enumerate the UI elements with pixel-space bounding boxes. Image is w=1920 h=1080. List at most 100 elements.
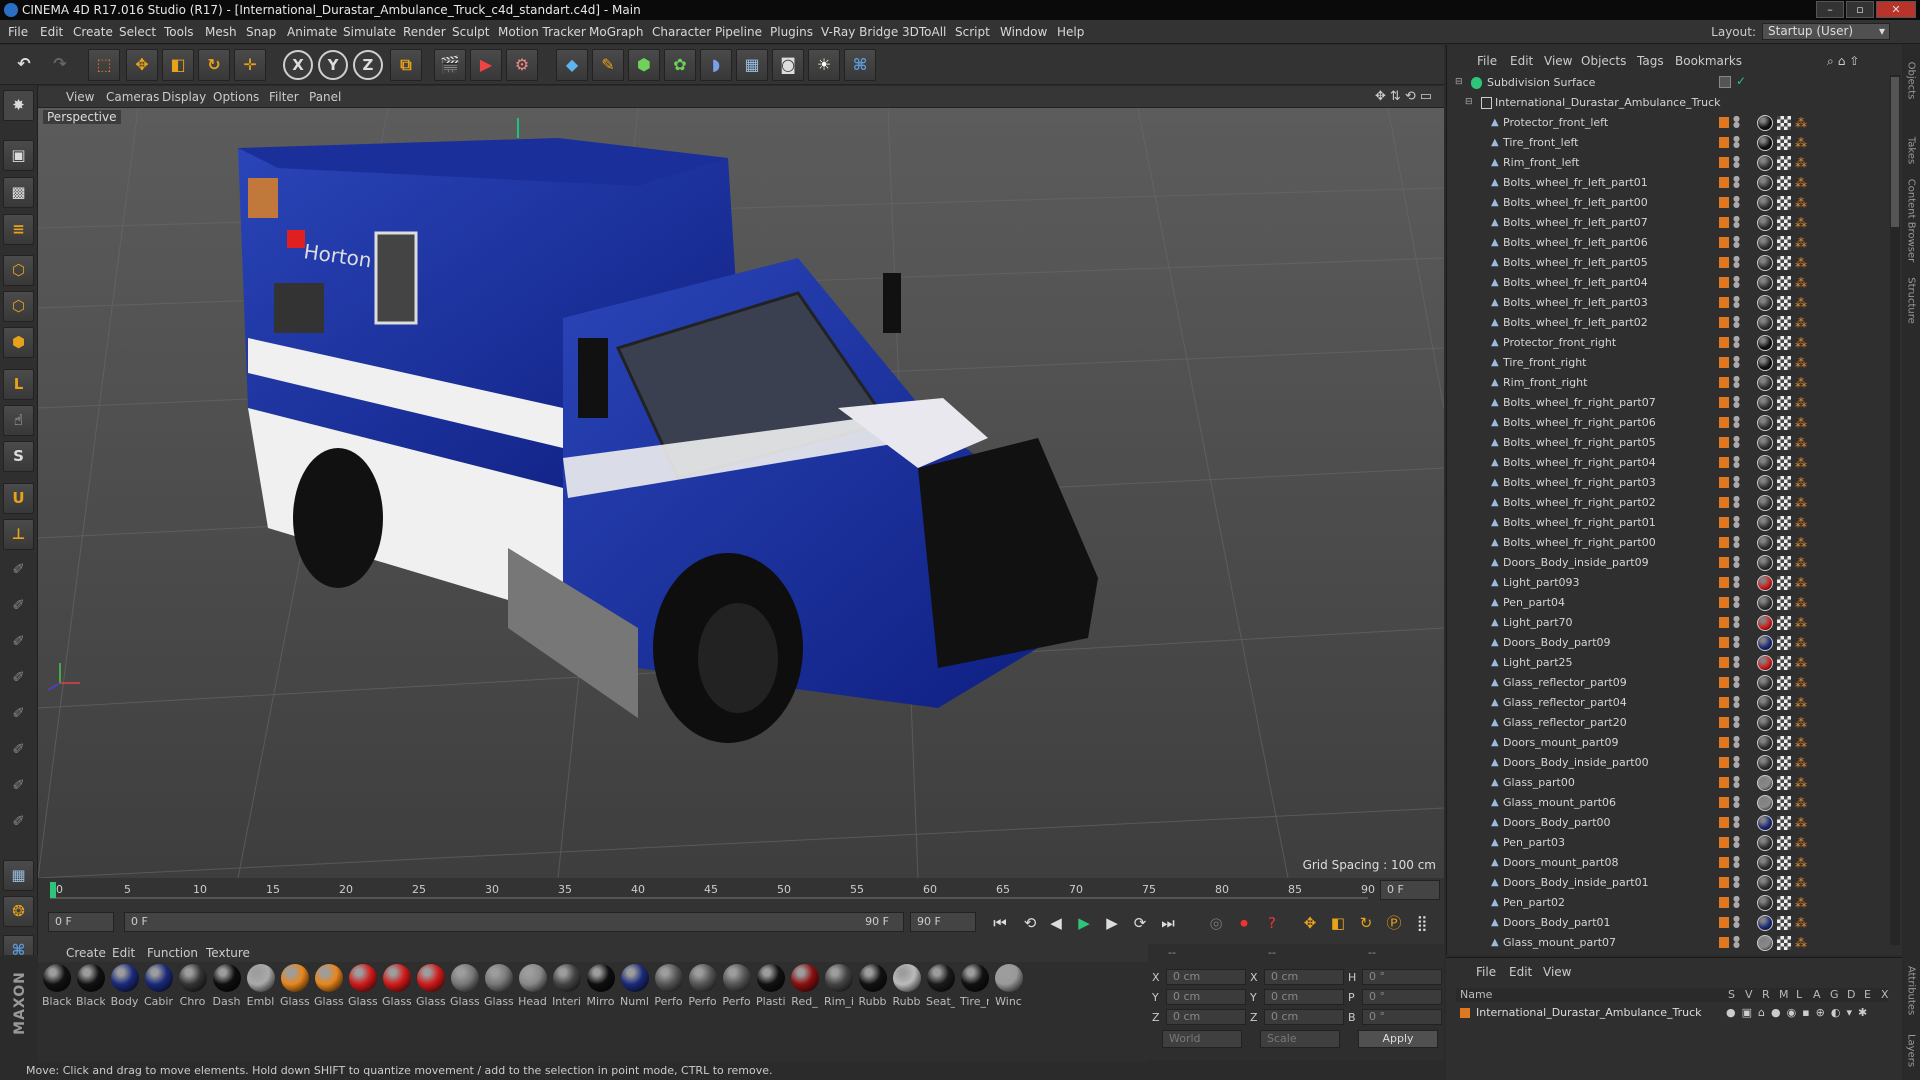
coordinate-system-icon[interactable]: ⧉ [390, 49, 422, 81]
tree-row-object[interactable]: ▲ Doors_mount_part08 ● ● ⁂ [1447, 853, 1887, 873]
visibility-dots-icon[interactable]: ● ● [1733, 115, 1740, 130]
tree-row-object[interactable]: ▲ Bolts_wheel_fr_right_part05 ● ● ⁂ [1447, 433, 1887, 453]
layer-color-tag[interactable] [1719, 337, 1729, 348]
make-editable-icon[interactable]: ✸ [3, 90, 34, 121]
menu-select[interactable]: Select [113, 20, 162, 44]
material-tag-icon[interactable] [1757, 355, 1773, 371]
visibility-dots-icon[interactable]: ● ● [1733, 875, 1740, 890]
material-tag-icon[interactable] [1757, 475, 1773, 491]
visibility-dots-icon[interactable]: ● ● [1733, 335, 1740, 350]
phong-tag-icon[interactable]: ⁂ [1795, 636, 1809, 650]
material-tag-icon[interactable] [1757, 515, 1773, 531]
phong-tag-icon[interactable]: ⁂ [1795, 416, 1809, 430]
visibility-dots-icon[interactable]: ● ● [1733, 815, 1740, 830]
viewport-menu-filter[interactable]: Filter [269, 86, 299, 108]
tree-row-object[interactable]: ▲ Glass_reflector_part09 ● ● ⁂ [1447, 673, 1887, 693]
visibility-dots-icon[interactable]: ● ● [1733, 215, 1740, 230]
layer-color-tag[interactable] [1719, 517, 1729, 528]
material-swatch[interactable]: Rim_i [824, 964, 853, 1008]
position-y-field[interactable]: 0 cm [1166, 989, 1246, 1005]
phong-tag-icon[interactable]: ⁂ [1795, 756, 1809, 770]
material-swatch[interactable]: Tire_r [960, 964, 989, 1008]
position-x-field[interactable]: 0 cm [1166, 969, 1246, 985]
material-tag-icon[interactable] [1757, 115, 1773, 131]
material-tag-icon[interactable] [1757, 895, 1773, 911]
texture-tag-icon[interactable] [1777, 176, 1791, 190]
phong-tag-icon[interactable]: ⁂ [1795, 376, 1809, 390]
tree-row-object[interactable]: ▲ Pen_part02 ● ● ⁂ [1447, 893, 1887, 913]
phong-tag-icon[interactable]: ⁂ [1795, 336, 1809, 350]
texture-tag-icon[interactable] [1777, 436, 1791, 450]
material-menu-texture[interactable]: Texture [206, 944, 250, 962]
snap-icon[interactable]: S [3, 441, 34, 472]
visibility-dots-icon[interactable]: ● ● [1733, 155, 1740, 170]
phong-tag-icon[interactable]: ⁂ [1795, 836, 1809, 850]
phong-tag-icon[interactable]: ⁂ [1795, 356, 1809, 370]
phong-tag-icon[interactable]: ⁂ [1795, 256, 1809, 270]
material-tag-icon[interactable] [1757, 335, 1773, 351]
key-scale-icon[interactable]: ◧ [1326, 911, 1350, 935]
scrollbar-thumb[interactable] [1891, 77, 1899, 227]
brush-tool-6-icon[interactable]: ✐ [3, 735, 34, 766]
material-tag-icon[interactable] [1757, 535, 1773, 551]
visibility-dots-icon[interactable]: ● ● [1733, 295, 1740, 310]
visibility-dots-icon[interactable]: ● ● [1733, 775, 1740, 790]
collapse-icon[interactable]: ⊟ [1455, 77, 1466, 89]
layer-color-tag[interactable] [1719, 917, 1729, 928]
next-frame-icon[interactable]: ▶ [1100, 911, 1124, 935]
material-swatch[interactable]: Head [518, 964, 547, 1008]
texture-tag-icon[interactable] [1777, 556, 1791, 570]
texture-tag-icon[interactable] [1777, 116, 1791, 130]
layer-color-tag[interactable] [1719, 417, 1729, 428]
render-view-icon[interactable]: 🎬 [434, 49, 466, 81]
layer-color-tag[interactable] [1719, 797, 1729, 808]
redo-icon[interactable]: ↷ [44, 49, 76, 81]
material-tag-icon[interactable] [1757, 175, 1773, 191]
layer-color-tag[interactable] [1719, 117, 1729, 128]
menu-sculpt[interactable]: Sculpt [446, 20, 495, 44]
visibility-dots-icon[interactable]: ● ● [1733, 195, 1740, 210]
tree-row-object[interactable]: ▲ Glass_mount_part07 ● ● ⁂ [1447, 933, 1887, 953]
close-button[interactable]: ✕ [1876, 1, 1916, 18]
material-tag-icon[interactable] [1757, 655, 1773, 671]
material-swatch[interactable]: Dash [212, 964, 241, 1008]
phong-tag-icon[interactable]: ⁂ [1795, 916, 1809, 930]
layer-color-tag[interactable] [1719, 197, 1729, 208]
visibility-dots-icon[interactable]: ● ● [1733, 555, 1740, 570]
tree-row-object[interactable]: ▲ Doors_mount_part09 ● ● ⁂ [1447, 733, 1887, 753]
material-swatch[interactable]: Interi [552, 964, 581, 1008]
model-mode-icon[interactable]: ▣ [3, 140, 34, 171]
material-tag-icon[interactable] [1757, 275, 1773, 291]
tree-row-object[interactable]: ▲ Glass_mount_part06 ● ● ⁂ [1447, 793, 1887, 813]
visibility-dots-icon[interactable]: ● ● [1733, 255, 1740, 270]
rotation-p-field[interactable]: 0 ° [1362, 989, 1442, 1005]
layer-color-tag[interactable] [1719, 397, 1729, 408]
brush-tool-8-icon[interactable]: ✐ [3, 807, 34, 838]
subdivision-surface-icon[interactable]: ⬢ [628, 49, 660, 81]
texture-tag-icon[interactable] [1777, 296, 1791, 310]
visibility-dots-icon[interactable]: ● ● [1733, 595, 1740, 610]
phong-tag-icon[interactable]: ⁂ [1795, 656, 1809, 670]
tree-row-object[interactable]: ▲ Bolts_wheel_fr_left_part07 ● ● ⁂ [1447, 213, 1887, 233]
scale-tool-icon[interactable]: ◧ [162, 49, 194, 81]
tree-row-object[interactable]: ▲ Bolts_wheel_fr_left_part04 ● ● ⁂ [1447, 273, 1887, 293]
tree-row-object[interactable]: ▲ Protector_front_right ● ● ⁂ [1447, 333, 1887, 353]
layer-color-tag[interactable] [1719, 657, 1729, 668]
points-mode-icon[interactable]: ⬡ [3, 255, 34, 286]
tree-row-object[interactable]: ▲ Bolts_wheel_fr_left_part03 ● ● ⁂ [1447, 293, 1887, 313]
phong-tag-icon[interactable]: ⁂ [1795, 576, 1809, 590]
floor-icon[interactable]: ▦ [736, 49, 768, 81]
brush-tool-4-icon[interactable]: ✐ [3, 663, 34, 694]
layer-color-tag[interactable] [1719, 377, 1729, 388]
texture-tag-icon[interactable] [1777, 316, 1791, 330]
phong-tag-icon[interactable]: ⁂ [1795, 476, 1809, 490]
checker-tool-icon[interactable]: ▦ [3, 860, 34, 891]
texture-tag-icon[interactable] [1777, 596, 1791, 610]
array-icon[interactable]: ✿ [664, 49, 696, 81]
previous-key-icon[interactable]: ⟲ [1018, 911, 1042, 935]
material-swatch[interactable]: Perfo [688, 964, 717, 1008]
tree-row-object[interactable]: ▲ Doors_Body_part09 ● ● ⁂ [1447, 633, 1887, 653]
material-tag-icon[interactable] [1757, 915, 1773, 931]
tree-row-object[interactable]: ▲ Bolts_wheel_fr_right_part00 ● ● ⁂ [1447, 533, 1887, 553]
phong-tag-icon[interactable]: ⁂ [1795, 716, 1809, 730]
